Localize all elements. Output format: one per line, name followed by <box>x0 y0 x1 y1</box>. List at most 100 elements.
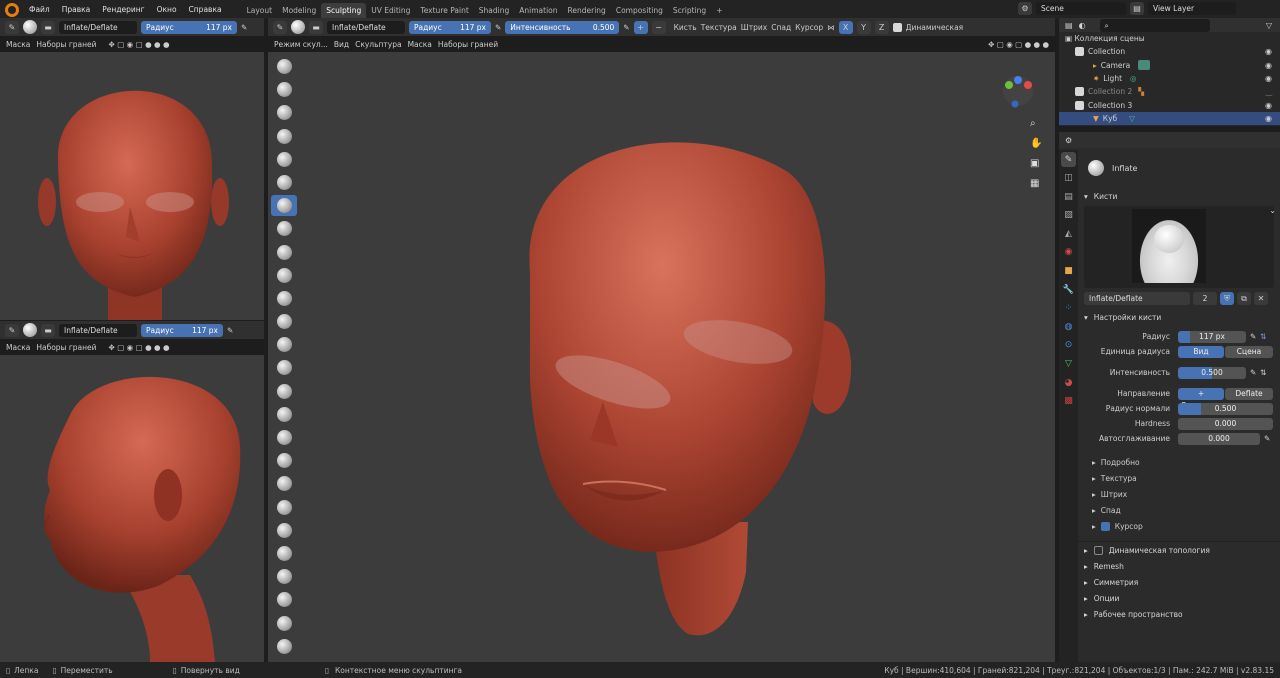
strength-pen-icon[interactable]: ✎ <box>623 23 629 32</box>
scene-tab-icon[interactable]: ◭ <box>1061 226 1076 241</box>
navigation-gizmo[interactable] <box>1001 74 1035 108</box>
eye-icon[interactable]: ◉ <box>1265 114 1272 123</box>
filter-icon[interactable]: ▽ <box>1266 21 1272 30</box>
tab-shading[interactable]: Shading <box>474 3 514 19</box>
cursor-checkbox[interactable] <box>1100 521 1110 531</box>
axis-y-toggle[interactable]: Y <box>856 20 871 34</box>
direction-inflate[interactable]: + Раздува... <box>1178 387 1224 410</box>
menu-view[interactable]: Вид <box>334 40 349 49</box>
radius-slider-main[interactable]: Радиус 117 px <box>409 20 491 34</box>
tab-texture-paint[interactable]: Texture Paint <box>415 3 473 19</box>
blender-logo-icon[interactable] <box>5 2 19 17</box>
brush-menu[interactable]: Кисть <box>674 23 697 32</box>
tool-draw-icon[interactable] <box>271 56 297 77</box>
hardness-field[interactable]: 0.000 <box>1178 417 1273 430</box>
texture-menu[interactable]: Текстура <box>701 23 737 32</box>
material-tab-icon[interactable]: ◕ <box>1061 375 1076 390</box>
tool-grab-icon[interactable] <box>271 404 297 425</box>
section-dyntopo[interactable]: ▸ Динамическая топология <box>1078 542 1280 558</box>
tool-blob-icon[interactable] <box>271 218 297 239</box>
brushes-section[interactable]: ▾ Кисти <box>1078 188 1280 204</box>
tool-multiplane-scrape-icon[interactable] <box>271 357 297 378</box>
outliner-row-collection-2[interactable]: Collection 2 ▚ ‿ <box>1059 85 1280 98</box>
shading-icons[interactable]: ✥ ▢ ◉ ▢ ● ● ● <box>988 40 1049 49</box>
tool-clay-icon[interactable] <box>271 102 297 123</box>
outliner-row-light[interactable]: ✷ Light ◎ ◉ <box>1059 72 1280 85</box>
outliner-row-collection-3[interactable]: Collection 3 ◉ <box>1059 98 1280 111</box>
particles-tab-icon[interactable]: ⁘ <box>1061 301 1076 316</box>
tab-scripting[interactable]: Scripting <box>668 3 711 19</box>
tool-crease-icon[interactable] <box>271 242 297 263</box>
tool-simplify-icon[interactable] <box>271 589 297 610</box>
brush-settings-section[interactable]: ▾ Настройки кисти <box>1078 309 1280 325</box>
dyntopo-checkbox[interactable] <box>892 22 902 32</box>
stroke-menu[interactable]: Штрих <box>741 23 767 32</box>
tool-clay-strips-icon[interactable] <box>271 126 297 147</box>
editor-type-icon[interactable]: ✎ <box>5 20 19 34</box>
dyntopo-panel-checkbox[interactable] <box>1093 545 1103 555</box>
physics-tab-icon[interactable]: ◍ <box>1061 319 1076 334</box>
brush-datablock-field[interactable]: Inflate/Deflate <box>1084 292 1190 305</box>
add-workspace-icon[interactable]: + <box>711 3 727 19</box>
brush-name-field-2[interactable]: Inflate/Deflate <box>59 323 137 337</box>
outliner-type-icon[interactable]: ▤ <box>1065 21 1073 30</box>
radius-field[interactable]: 117 px <box>1178 330 1246 343</box>
properties-type-icon[interactable]: ⚙ <box>1065 136 1072 145</box>
view-toggle-icons-2[interactable]: ✥ ▢ ◉ ▢ ● ● ● <box>109 343 170 352</box>
radius-unit-scene[interactable]: Сцена <box>1225 345 1273 358</box>
eye-icon[interactable]: ◉ <box>1265 47 1272 56</box>
menu-help[interactable]: Справка <box>183 0 228 19</box>
tool-nudge-icon[interactable] <box>271 520 297 541</box>
cursor-menu[interactable]: Курсор <box>795 23 823 32</box>
tool-draw-sharp-icon[interactable] <box>271 79 297 100</box>
duplicate-icon[interactable]: ⧉ <box>1237 292 1251 305</box>
add-direction-icon[interactable]: + <box>633 20 648 34</box>
texture-tab-icon[interactable]: ▩ <box>1061 394 1076 409</box>
radius-slider-2[interactable]: Радиус 117 px <box>141 323 223 337</box>
menu-render[interactable]: Рендеринг <box>96 0 150 19</box>
tool-flatten-icon[interactable] <box>271 288 297 309</box>
tool-mask-icon[interactable] <box>271 613 297 634</box>
section-remesh[interactable]: ▸ Remesh <box>1078 558 1280 574</box>
tool-clay-thumb-icon[interactable] <box>271 149 297 170</box>
tool-inflate-icon[interactable] <box>271 195 297 217</box>
scene-icon[interactable]: ⚙ <box>1018 2 1032 15</box>
view-toggle-icons[interactable]: ✥ ▢ ◉ ▢ ● ● ● <box>109 40 170 49</box>
outliner-row-camera[interactable]: ▸ Camera ◉ <box>1059 59 1280 72</box>
tool-pinch-icon[interactable] <box>271 381 297 402</box>
editor-type-icon-main[interactable]: ✎ <box>273 20 287 34</box>
menu-window[interactable]: Окно <box>151 0 183 19</box>
tool-tab-icon[interactable]: ✎ <box>1061 152 1076 167</box>
menu-file[interactable]: Файл <box>23 0 56 19</box>
strength-field[interactable]: 0.500 <box>1178 366 1246 379</box>
outliner-row-cube[interactable]: ▼ Куб ▽ ◉ <box>1059 111 1280 126</box>
modifier-tab-icon[interactable]: 🔧 <box>1061 282 1076 297</box>
axis-x-toggle[interactable]: X <box>838 20 853 34</box>
display-mode-icon[interactable]: ◐ <box>1079 21 1086 30</box>
collection-3-checkbox[interactable] <box>1075 100 1084 110</box>
render-tab-icon[interactable]: ◫ <box>1061 171 1076 186</box>
outliner-row-collection[interactable]: Collection ◉ <box>1059 45 1280 58</box>
subpanel-texture[interactable]: ▸ Текстура <box>1078 470 1280 486</box>
object-tab-icon[interactable]: ■ <box>1061 264 1076 279</box>
section-options[interactable]: ▸ Опции <box>1078 590 1280 606</box>
tab-rendering[interactable]: Rendering <box>563 3 611 19</box>
subpanel-advanced[interactable]: ▸ Подробно <box>1078 454 1280 470</box>
brush-thumbnail[interactable] <box>1132 209 1206 283</box>
view-layer-icon[interactable]: ▤ <box>1130 2 1144 15</box>
eye-icon[interactable]: ◉ <box>1265 74 1272 83</box>
tool-elastic-icon[interactable] <box>271 427 297 448</box>
pan-icon[interactable]: ✋ <box>1030 134 1042 154</box>
pen-icon[interactable]: ✎ <box>241 23 247 32</box>
radius-unit-icon[interactable]: ⇅ <box>1260 332 1266 341</box>
collection-2-checkbox[interactable] <box>1075 87 1084 97</box>
brush-preview-icon-2[interactable] <box>23 323 37 337</box>
brush-type-icon[interactable]: ▬ <box>41 20 55 34</box>
brush-preview-panel[interactable]: ⌄ <box>1084 206 1276 288</box>
normal-radius-field[interactable]: 0.500 <box>1178 402 1273 415</box>
menu-mask[interactable]: Маска <box>6 40 30 49</box>
menu-mask-2[interactable]: Маска <box>6 343 30 352</box>
eye-icon[interactable]: ◉ <box>1265 61 1272 70</box>
brush-users-count[interactable]: 2 <box>1193 292 1217 305</box>
radius-unit-view[interactable]: Вид <box>1178 345 1224 358</box>
